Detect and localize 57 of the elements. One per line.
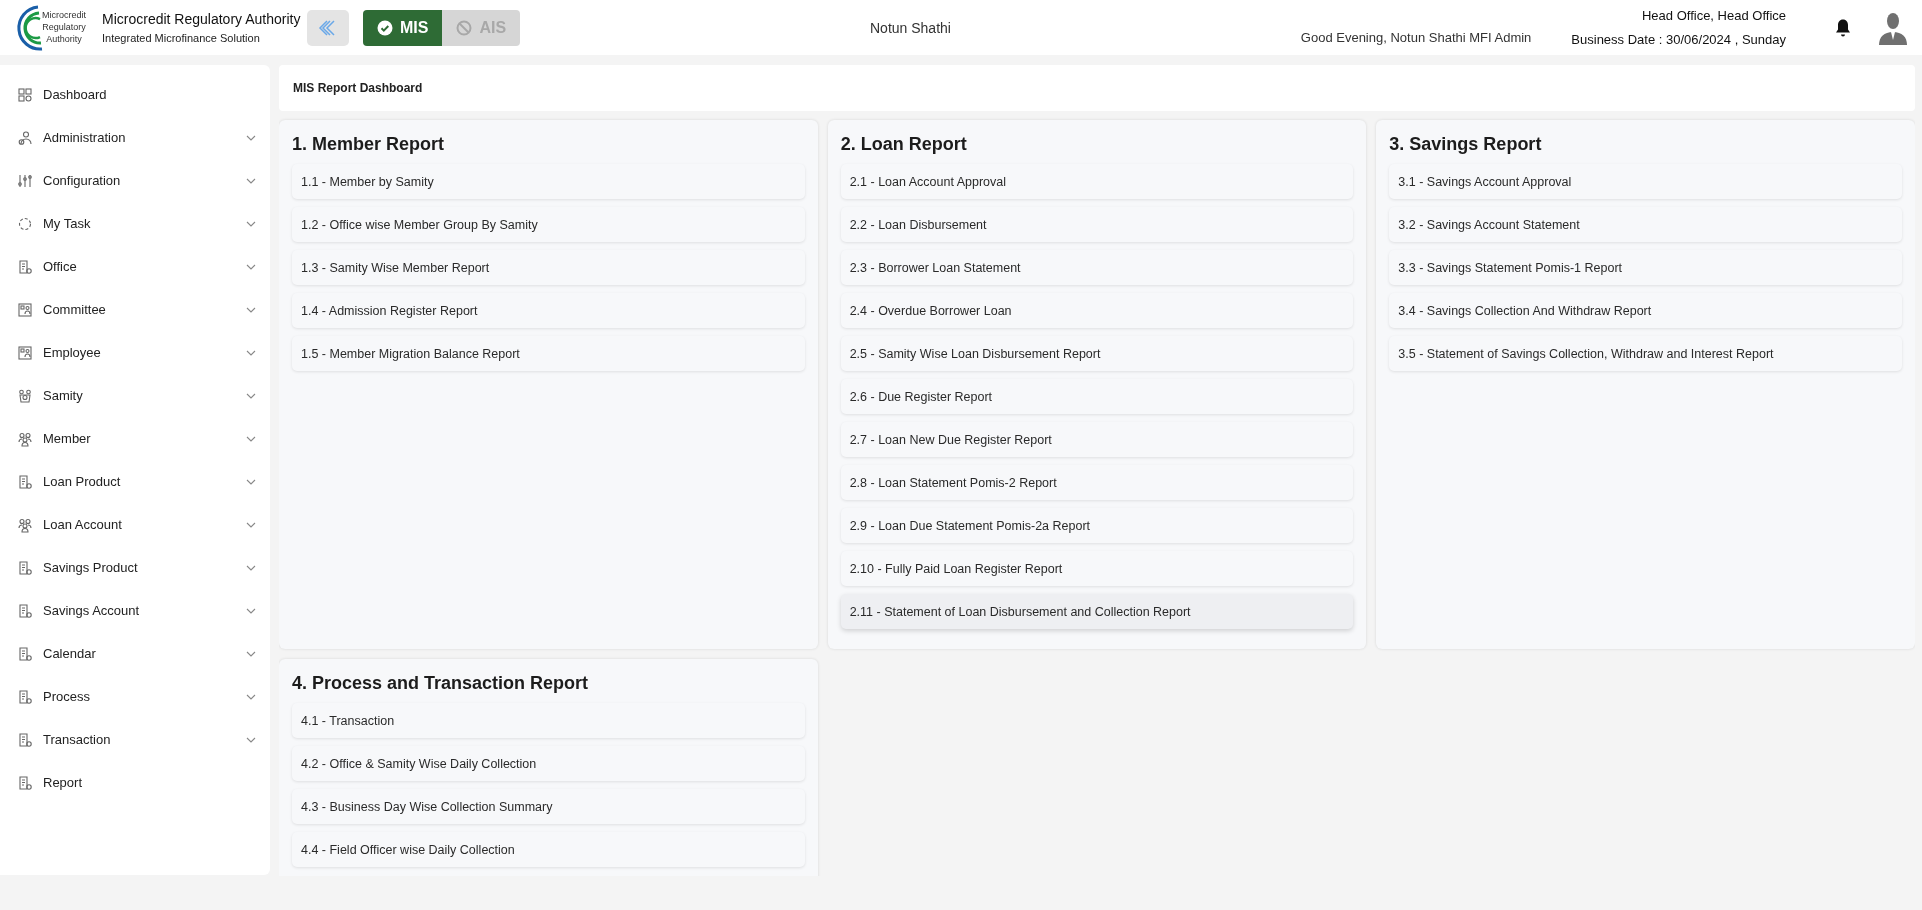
sidebar-item[interactable]: Savings Product xyxy=(0,546,270,589)
report-link[interactable]: 2.11 - Statement of Loan Disbursement and Collection Report xyxy=(840,594,1354,629)
report-link[interactable]: 3.5 - Statement of Savings Collection, Withdraw and Interest Report xyxy=(1389,336,1902,371)
sidebar-item[interactable]: Report xyxy=(0,761,270,804)
sidebar-item[interactable]: Loan Product xyxy=(0,460,270,503)
sidebar-item[interactable]: Dashboard xyxy=(0,73,270,116)
report-link[interactable]: 3.2 - Savings Account Statement xyxy=(1389,207,1902,242)
sidebar-item[interactable]: My Task xyxy=(0,202,270,245)
report-link[interactable]: 4.2 - Office & Samity Wise Daily Collection xyxy=(292,746,805,781)
report-link[interactable]: 1.5 - Member Migration Balance Report xyxy=(292,336,805,371)
report-link[interactable]: 2.8 - Loan Statement Pomis-2 Report xyxy=(840,465,1354,500)
sidebar-item[interactable]: Administration xyxy=(0,116,270,159)
org-subtitle: Integrated Microfinance Solution xyxy=(102,32,261,44)
page-title: MIS Report Dashboard xyxy=(293,81,423,95)
sidebar-item[interactable]: Savings Account xyxy=(0,589,270,632)
sidebar-item[interactable]: Employee xyxy=(0,331,270,374)
report-link[interactable]: 2.2 - Loan Disbursement xyxy=(840,207,1354,242)
report-link[interactable]: 2.4 - Overdue Borrower Loan xyxy=(840,293,1354,328)
business-date: Business Date : 30/06/2024 , Sunday xyxy=(1571,32,1786,47)
org-name: Microcredit Regulatory Authority xyxy=(102,11,302,27)
office-name: Head Office, Head Office xyxy=(1641,8,1786,23)
sidebar-item[interactable]: Member xyxy=(0,417,270,460)
report-link[interactable]: 2.1 - Loan Account Approval xyxy=(840,164,1354,199)
report-link[interactable]: 4.1 - Transaction xyxy=(292,703,805,738)
report-link[interactable]: 4.3 - Business Day Wise Collection Summary xyxy=(292,789,805,824)
report-link[interactable]: 3.4 - Savings Collection And Withdraw Report xyxy=(1389,293,1902,328)
logo-text: Regulatory xyxy=(42,20,86,33)
logo-text: Microcredit xyxy=(42,8,86,21)
report-link[interactable]: 1.2 - Office wise Member Group By Samity xyxy=(292,207,805,242)
report-link[interactable]: 4.4 - Field Officer wise Daily Collection xyxy=(292,832,805,867)
sidebar-item[interactable]: Committee xyxy=(0,288,270,331)
sidebar-item[interactable]: Loan Account xyxy=(0,503,270,546)
card-title: 1. Member Report xyxy=(292,134,446,155)
report-link[interactable]: 2.3 - Borrower Loan Statement xyxy=(840,250,1354,285)
sidebar-item[interactable]: Office xyxy=(0,245,270,288)
card-title: 4. Process and Transaction Report xyxy=(292,673,590,694)
sidebar-item[interactable]: Samity xyxy=(0,374,270,417)
report-link[interactable]: 2.9 - Loan Due Statement Pomis-2a Report xyxy=(840,508,1354,543)
logo-text: Authority xyxy=(46,32,82,45)
card-title: 3. Savings Report xyxy=(1389,134,1543,155)
report-link[interactable]: 2.5 - Samity Wise Loan Disbursement Report xyxy=(840,336,1354,371)
sidebar-item[interactable]: Process xyxy=(0,675,270,718)
report-link[interactable]: 3.3 - Savings Statement Pomis-1 Report xyxy=(1389,250,1902,285)
report-link[interactable]: 2.10 - Fully Paid Loan Register Report xyxy=(840,551,1354,586)
report-link[interactable]: 2.7 - Loan New Due Register Report xyxy=(840,422,1354,457)
report-link[interactable]: 1.4 - Admission Register Report xyxy=(292,293,805,328)
card-title: 2. Loan Report xyxy=(840,134,968,155)
report-link[interactable]: 3.1 - Savings Account Approval xyxy=(1389,164,1902,199)
report-link[interactable]: 1.1 - Member by Samity xyxy=(292,164,805,199)
sidebar-item[interactable]: Calendar xyxy=(0,632,270,675)
sidebar-item[interactable]: Transaction xyxy=(0,718,270,761)
report-link[interactable]: 2.6 - Due Register Report xyxy=(840,379,1354,414)
sidebar-item[interactable]: Configuration xyxy=(0,159,270,202)
module-tab[interactable]: MIS xyxy=(363,9,443,46)
organization-title: Notun Shathi xyxy=(870,19,951,36)
report-link[interactable]: 1.3 - Samity Wise Member Report xyxy=(292,250,805,285)
greeting-text: Good Evening, Notun Shathi MFI Admin xyxy=(1300,30,1532,45)
